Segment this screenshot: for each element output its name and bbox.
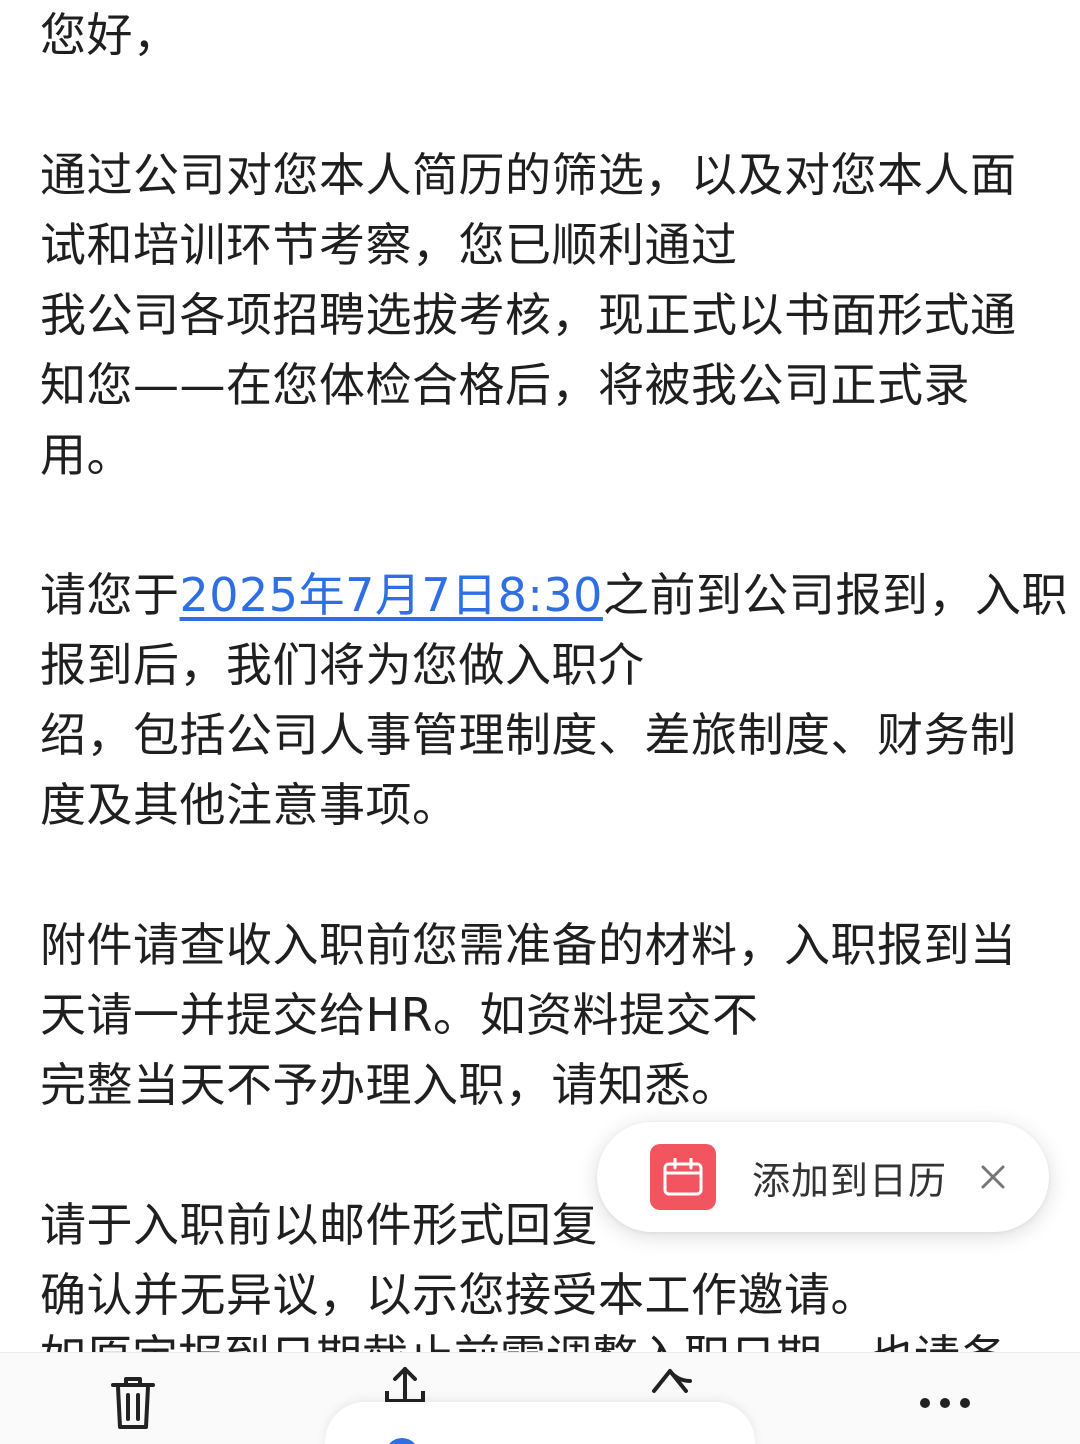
- greeting: 您好，: [40, 8, 180, 62]
- add-to-calendar-popup[interactable]: 添加到日历: [597, 1122, 1049, 1232]
- para2-line: 度及其他注意事项。: [40, 778, 459, 832]
- bottom-sheet-handle[interactable]: [325, 1402, 755, 1444]
- para3-line: 附件请查收入职前您需准备的材料，入职报到当: [40, 918, 1017, 972]
- para2-line: 报到后，我们将为您做入职介: [40, 638, 645, 692]
- para2-suffix: 之前到公司报到，入职: [602, 568, 1068, 622]
- date-link[interactable]: 2025年7月7日8:30: [180, 568, 603, 622]
- calendar-icon[interactable]: [650, 1144, 716, 1210]
- para1-line: 知您——在您体检合格后，将被我公司正式录: [40, 358, 970, 412]
- para1-line: 试和培训环节考察，您已顺利通过: [40, 218, 738, 272]
- para1-line: 我公司各项招聘选拔考核，现正式以书面形式通: [40, 288, 1017, 342]
- clipped-line: 如原定报到日期截止前需调整入职日期，也请务: [40, 1322, 1040, 1352]
- trash-icon[interactable]: [103, 1373, 163, 1433]
- more-icon[interactable]: [915, 1373, 975, 1433]
- para3-line: 完整当天不予办理入职，请知悉。: [40, 1058, 738, 1112]
- email-viewer: 您好， 通过公司对您本人简历的筛选，以及对您本人面 试和培训环节考察，您已顺利通…: [0, 0, 1080, 1444]
- para2-line: 绍，包括公司人事管理制度、差旅制度、财务制: [40, 708, 1017, 762]
- para1-line: 通过公司对您本人简历的筛选，以及对您本人面: [40, 148, 1017, 202]
- indicator-dot: [385, 1438, 419, 1444]
- para4-line: 确认并无异议，以示您接受本工作邀请。: [40, 1268, 877, 1322]
- para2-first-line: 请您于2025年7月7日8:30之前到公司报到，入职: [40, 560, 1067, 630]
- add-to-calendar-label[interactable]: 添加到日历: [752, 1150, 947, 1205]
- para3-line: 天请一并提交给HR。如资料提交不: [40, 988, 759, 1042]
- clipped-line-text: 如原定报到日期截止前需调整入职日期，也请务: [40, 1330, 1006, 1352]
- close-icon[interactable]: [975, 1159, 1011, 1195]
- para2-prefix: 请您于: [40, 568, 180, 622]
- para1-line: 用。: [40, 428, 133, 482]
